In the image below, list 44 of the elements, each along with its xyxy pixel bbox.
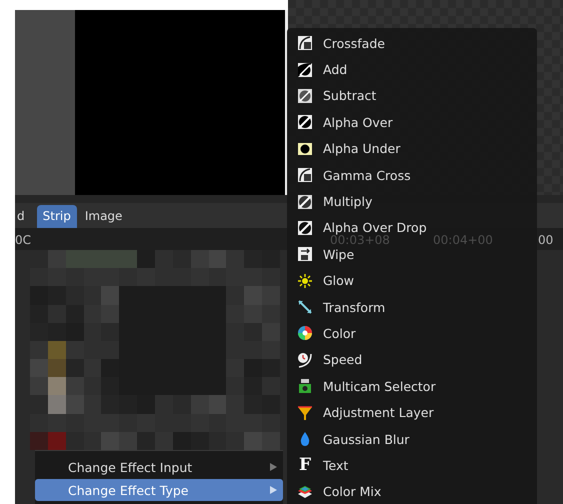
funnel-icon — [297, 404, 313, 421]
submenu-arrow-icon — [270, 486, 277, 494]
menu-item[interactable]: Crossfade — [323, 36, 385, 51]
camera-icon — [297, 378, 313, 394]
color-mix-icon — [297, 484, 313, 500]
menu-item[interactable]: Alpha Under — [323, 141, 400, 156]
menu-item[interactable]: Add — [323, 62, 348, 78]
menu-item[interactable]: Speed — [323, 352, 362, 368]
menu-item[interactable]: Change Effect Input — [35, 456, 283, 478]
diagonal-arrow-icon — [297, 299, 313, 316]
sun-icon — [297, 272, 313, 289]
menu-item[interactable]: Alpha Over — [323, 114, 393, 130]
add-icon — [297, 62, 313, 78]
subtract-icon — [297, 88, 313, 104]
wipe-icon — [297, 246, 313, 262]
menu-item[interactable]: Color Mix — [323, 484, 382, 500]
menu-item[interactable]: Subtract — [323, 88, 376, 104]
menu-item[interactable]: Multiply — [323, 194, 372, 210]
color-wheel-icon — [297, 325, 313, 342]
crossfade-icon — [297, 35, 313, 52]
menu-item[interactable]: Alpha Over Drop — [323, 220, 427, 236]
menu-item[interactable]: Gamma Cross — [323, 168, 411, 183]
menu-tab[interactable]: Strip — [36, 205, 77, 228]
time-label: 0C — [15, 234, 32, 247]
text-icon: F — [297, 455, 313, 476]
menu-item[interactable]: Color — [323, 326, 356, 341]
menu-tab[interactable]: d — [15, 205, 35, 228]
multiply-icon — [297, 194, 313, 210]
menu-item[interactable]: Glow — [323, 273, 354, 288]
menu-item[interactable]: Multicam Selector — [323, 378, 436, 394]
submenu-arrow-icon — [270, 463, 277, 471]
menu-item[interactable]: Transform — [323, 300, 386, 315]
alpha-over-icon — [297, 114, 313, 130]
menu-item[interactable]: Adjustment Layer — [323, 405, 434, 420]
menu-item[interactable]: Gaussian Blur — [323, 432, 410, 447]
alpha-under-icon — [297, 140, 313, 157]
alpha-over-drop-icon — [297, 220, 313, 236]
menu-tab[interactable]: Image — [78, 205, 128, 228]
menu-item[interactable]: Text — [323, 458, 348, 473]
gamma-cross-icon — [297, 167, 313, 184]
stopwatch-icon — [297, 352, 313, 368]
menu-item[interactable]: Change Effect Type — [35, 479, 283, 501]
menu-item[interactable]: Wipe — [323, 246, 354, 262]
time-label: 00 — [538, 234, 554, 247]
